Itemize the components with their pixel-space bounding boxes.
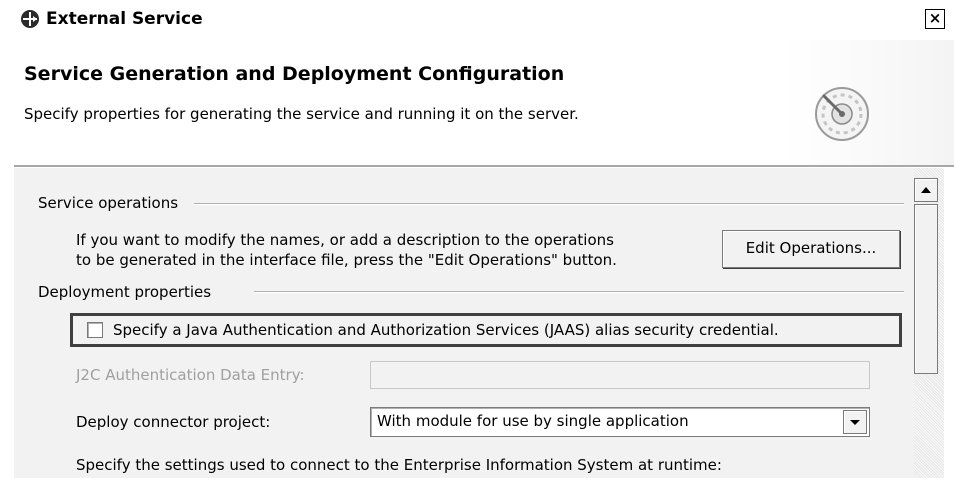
service-operations-help-line1: If you want to modify the names, or add … xyxy=(76,231,614,249)
external-service-dialog: External Service × Service Generation an… xyxy=(0,0,954,478)
chevron-down-icon[interactable] xyxy=(843,410,867,434)
scrollbar-thumb[interactable] xyxy=(914,204,938,374)
service-operations-section-label: Service operations xyxy=(38,193,187,213)
wizard-content: Service operations If you want to modify… xyxy=(14,168,914,478)
close-icon: × xyxy=(928,9,942,27)
edit-operations-button-label: Edit Operations... xyxy=(745,239,877,257)
jaas-checkbox-highlight: Specify a Java Authentication and Author… xyxy=(70,313,902,347)
gauge-dial-icon xyxy=(812,84,872,144)
close-button[interactable]: × xyxy=(925,9,945,29)
dialog-left-border xyxy=(0,40,14,478)
jaas-checkbox[interactable] xyxy=(87,322,103,338)
deploy-connector-select[interactable]: With module for use by single applicatio… xyxy=(370,407,870,437)
service-operations-help-line2: to be generated in the interface file, p… xyxy=(76,251,617,269)
j2c-auth-field[interactable] xyxy=(370,361,870,389)
service-operations-rule xyxy=(194,203,904,205)
title-bar: External Service × xyxy=(0,0,954,41)
vertical-scrollbar[interactable] xyxy=(914,168,944,478)
dialog-right-border xyxy=(944,168,954,478)
deployment-properties-section-label: Deployment properties xyxy=(38,282,220,302)
service-wizard-icon xyxy=(20,9,40,29)
scroll-up-button[interactable] xyxy=(914,178,938,202)
j2c-auth-label: J2C Authentication Data Entry: xyxy=(76,366,305,384)
deploy-connector-value: With module for use by single applicatio… xyxy=(377,412,689,430)
runtime-settings-text: Specify the settings used to connect to … xyxy=(76,456,722,474)
window-title: External Service xyxy=(46,9,203,29)
jaas-checkbox-label[interactable]: Specify a Java Authentication and Author… xyxy=(113,320,779,340)
arrow-up-icon xyxy=(921,187,931,193)
page-title: Service Generation and Deployment Config… xyxy=(24,63,565,85)
edit-operations-button[interactable]: Edit Operations... xyxy=(722,230,900,268)
deployment-properties-rule xyxy=(254,291,904,293)
page-description: Specify properties for generating the se… xyxy=(24,105,579,123)
deploy-connector-label: Deploy connector project: xyxy=(76,413,271,431)
wizard-header: Service Generation and Deployment Config… xyxy=(14,40,954,165)
